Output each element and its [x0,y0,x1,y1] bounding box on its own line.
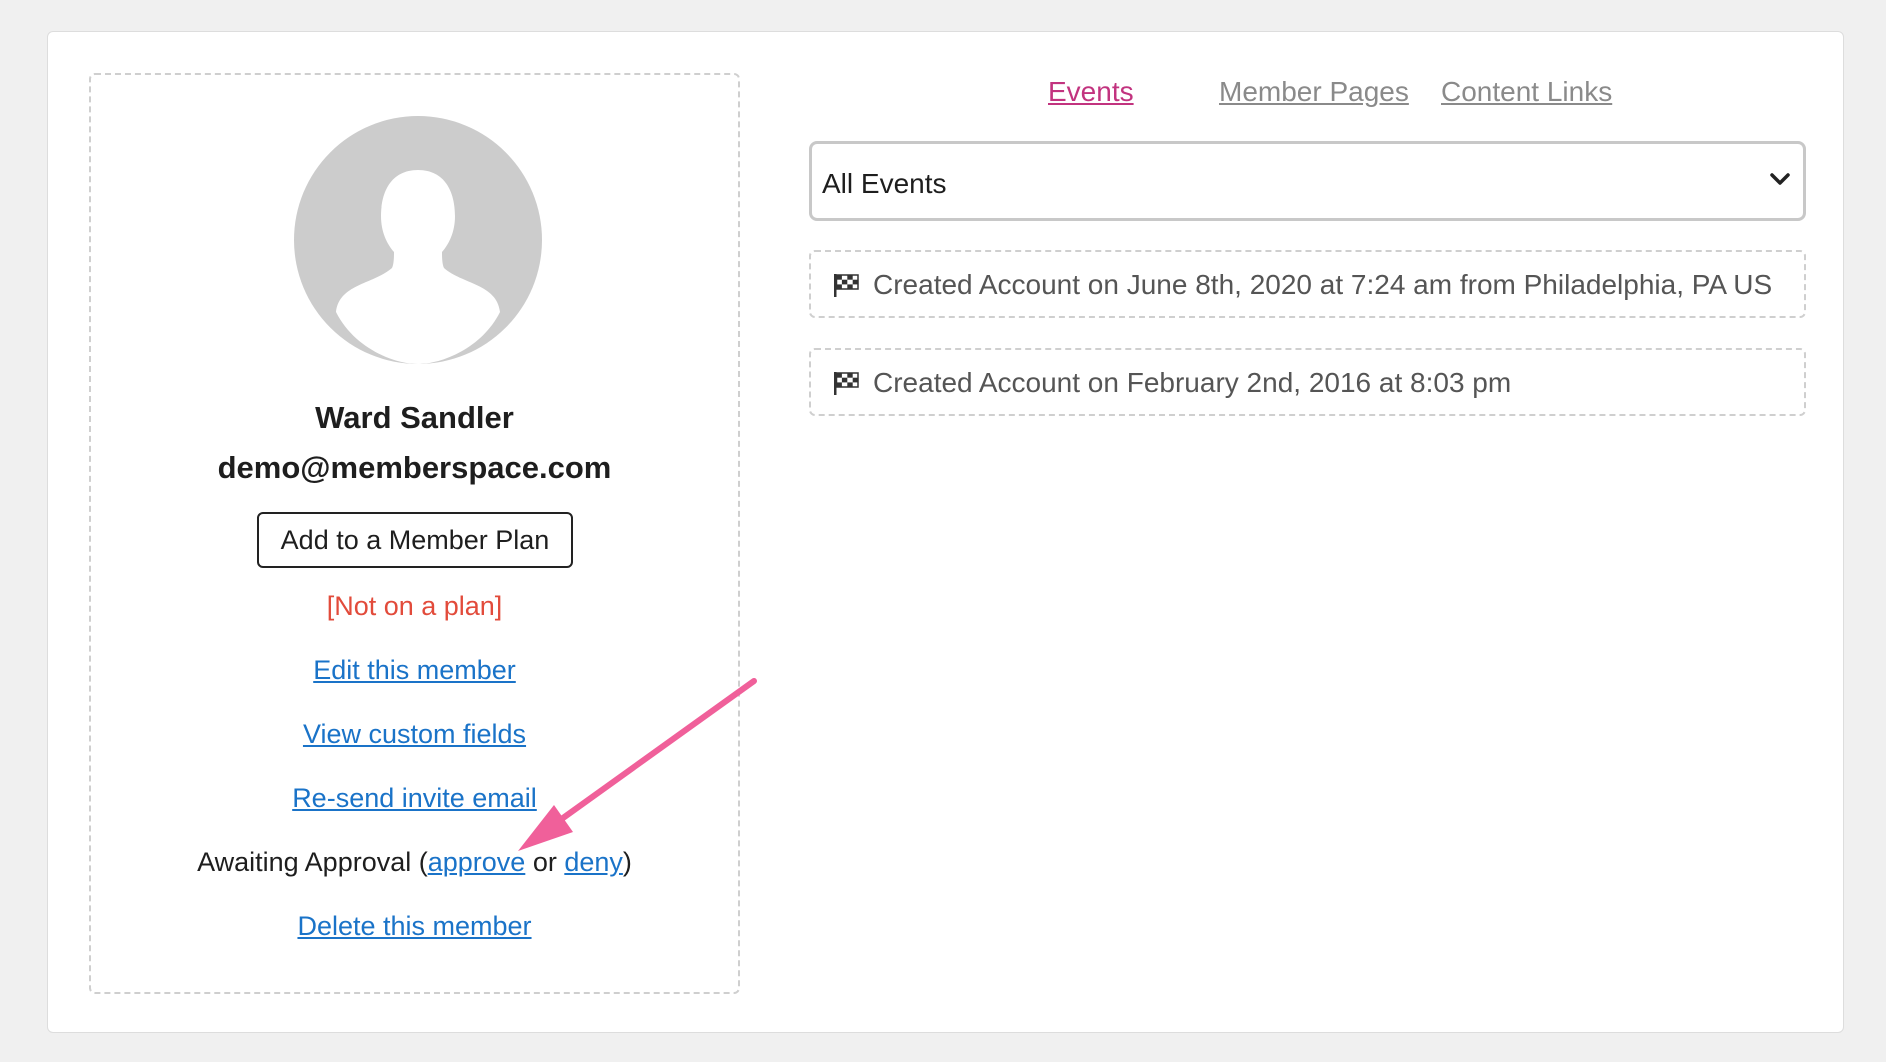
event-text: Created Account on June 8th, 2020 at 7:2… [873,269,1773,300]
resend-invite-link[interactable]: Re-send invite email [292,783,537,813]
member-card: Ward Sandler demo@memberspace.com Add to… [47,31,1844,1033]
event-filter-select[interactable]: All Events [809,141,1806,221]
approve-link[interactable]: approve [428,847,526,877]
approval-suffix: ) [622,847,632,877]
chevron-down-icon [1770,173,1790,185]
tab-events[interactable]: Events [1048,76,1134,108]
plan-status: [Not on a plan] [326,591,503,621]
edit-member-row: Edit this member [91,655,738,686]
approval-status-row: Awaiting Approval (approve or deny) [91,847,738,878]
view-custom-fields-link[interactable]: View custom fields [303,719,526,749]
approval-prefix: Awaiting Approval ( [197,847,428,877]
custom-fields-row: View custom fields [91,719,738,750]
deny-link[interactable]: deny [564,847,623,877]
resend-invite-row: Re-send invite email [91,783,738,814]
add-to-member-plan-button[interactable]: Add to a Member Plan [257,512,573,568]
member-name: Ward Sandler [315,400,514,435]
checkered-flag-icon [834,372,859,395]
event-item: Created Account on February 2nd, 2016 at… [809,348,1806,416]
event-filter-value: All Events [822,168,947,199]
approval-or: or [525,847,565,877]
user-silhouette-icon [336,170,500,364]
event-text: Created Account on February 2nd, 2016 at… [873,367,1512,398]
tab-member-pages[interactable]: Member Pages [1219,76,1409,108]
activity-tabs: Events Member Pages Content Links [698,76,1886,126]
member-email: demo@memberspace.com [217,450,612,485]
member-profile-panel: Ward Sandler demo@memberspace.com Add to… [89,73,740,994]
edit-member-link[interactable]: Edit this member [313,655,516,685]
tab-content-links[interactable]: Content Links [1441,76,1612,108]
event-item: Created Account on June 8th, 2020 at 7:2… [809,250,1806,318]
avatar [294,116,542,364]
delete-member-link[interactable]: Delete this member [297,911,531,941]
delete-member-row: Delete this member [91,911,738,942]
checkered-flag-icon [834,274,859,297]
